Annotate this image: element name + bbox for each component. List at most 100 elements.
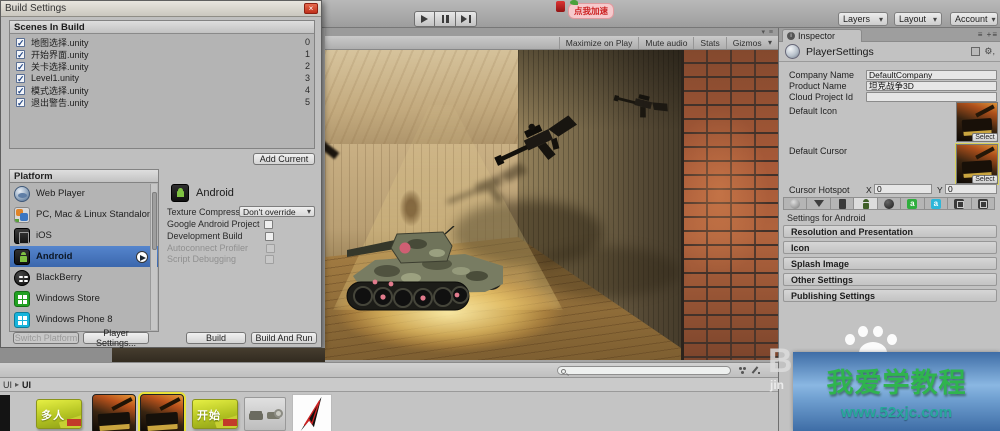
breadcrumb-root[interactable]: UI xyxy=(3,380,12,390)
browser-booster-overlay[interactable]: 点我加速 xyxy=(556,0,614,19)
prefab-icon[interactable] xyxy=(971,47,980,56)
build-button[interactable]: Build xyxy=(186,332,246,344)
booster-label[interactable]: 点我加速 xyxy=(568,3,614,19)
script-debugging-checkbox xyxy=(265,255,274,264)
gizmos-dropdown[interactable]: Gizmos ▾ xyxy=(726,37,778,49)
platform-row-standalone[interactable]: PC, Mac & Linux Standalone xyxy=(10,204,158,225)
section-resolution-and-presentation[interactable]: Resolution and Presentation xyxy=(783,225,997,238)
hotspot-y-label: Y xyxy=(937,185,943,195)
asset-thumbnail-cut[interactable] xyxy=(0,395,10,431)
scene-row[interactable]: ✓ 模式选择.unity 4 xyxy=(10,84,314,96)
texture-compression-dropdown[interactable]: Don't override ▾ xyxy=(239,206,315,217)
pause-button[interactable] xyxy=(435,11,456,27)
asset-grid: 多人 开始 xyxy=(0,392,778,431)
scene-row[interactable]: ✓ 退出警告.unity 5 xyxy=(10,96,314,108)
scene-row[interactable]: ✓ 开始界面.unity 1 xyxy=(10,48,314,60)
tab-android[interactable] xyxy=(854,198,877,209)
label-filter-icon[interactable] xyxy=(738,366,747,375)
asset-thumbnail-cursor-arrow[interactable] xyxy=(292,394,332,431)
layout-dropdown[interactable]: Layout▾ xyxy=(894,12,942,26)
search-input[interactable] xyxy=(557,366,731,375)
section-other-settings[interactable]: Other Settings xyxy=(783,273,997,286)
game-view-panel: ▾ ≡ Maximize on Play Mute audio Stats Gi… xyxy=(325,28,778,360)
player-settings-button[interactable]: Player Settings... xyxy=(83,332,149,344)
tab-blackberry[interactable] xyxy=(878,198,901,209)
mute-audio-toggle[interactable]: Mute audio xyxy=(638,37,693,49)
asset-thumbnail-tank-icon-selected[interactable] xyxy=(140,394,184,431)
section-splash-image[interactable]: Splash Image xyxy=(783,257,997,270)
android-icon xyxy=(14,249,30,265)
tab-tizen[interactable]: a xyxy=(901,198,924,209)
asset-thumbnail-tank-icon[interactable] xyxy=(92,394,136,431)
close-icon[interactable]: × xyxy=(304,3,318,14)
company-name-field[interactable]: DefaultCompany xyxy=(866,70,997,80)
default-icon-select-button[interactable]: Select xyxy=(972,133,998,142)
tab-windows-store[interactable] xyxy=(948,198,971,209)
panel-gap xyxy=(0,348,112,362)
scene-checkbox[interactable]: ✓ xyxy=(16,74,25,83)
section-publishing-settings[interactable]: Publishing Settings xyxy=(783,289,997,302)
phone-icon xyxy=(839,199,846,209)
asset-thumbnail-multiplayer-banner[interactable]: 多人 xyxy=(36,399,82,429)
play-button[interactable] xyxy=(414,11,435,27)
asset-thumbnail-tanks-sprite[interactable] xyxy=(244,397,286,431)
tab-ios[interactable] xyxy=(831,198,854,209)
add-current-button[interactable]: Add Current xyxy=(253,153,315,165)
blackberry-icon xyxy=(14,270,30,286)
tab-standalone[interactable] xyxy=(807,198,830,209)
chevron-down-icon: ▾ xyxy=(879,15,883,24)
edit-icon[interactable] xyxy=(752,366,761,375)
platform-row-windows-store[interactable]: Windows Store xyxy=(10,288,158,309)
scene-row[interactable]: ✓ 关卡选择.unity 2 xyxy=(10,60,314,72)
platform-header: Platform xyxy=(9,169,159,182)
development-build-checkbox[interactable] xyxy=(265,232,274,241)
asset-thumbnail-start-banner[interactable]: 开始 xyxy=(192,399,238,429)
platform-row-ios[interactable]: iOS xyxy=(10,225,158,246)
android-icon xyxy=(171,184,189,202)
booster-icon xyxy=(556,1,565,12)
gear-icon[interactable]: ⚙, xyxy=(984,46,995,57)
tab-wp8[interactable] xyxy=(972,198,994,209)
product-name-field[interactable]: 坦克战争3D xyxy=(866,81,997,91)
google-android-project-checkbox[interactable] xyxy=(264,220,273,229)
platform-row-web-player[interactable]: Web Player xyxy=(10,183,158,204)
scene-checkbox[interactable]: ✓ xyxy=(16,86,25,95)
cursor-arrow-icon xyxy=(293,395,331,431)
step-button[interactable] xyxy=(456,11,477,27)
hotspot-y-field[interactable]: 0 xyxy=(945,184,997,194)
scene-row[interactable]: ✓ 地图选择.unity 0 xyxy=(10,36,314,48)
scene-checkbox[interactable]: ✓ xyxy=(16,38,25,47)
platform-scrollbar[interactable] xyxy=(150,184,157,330)
tab-options-icon[interactable]: ≡ +≡ xyxy=(978,30,998,39)
layers-dropdown[interactable]: Layers▾ xyxy=(838,12,888,26)
account-dropdown[interactable]: Account▾ xyxy=(950,12,998,26)
scene-checkbox[interactable]: ✓ xyxy=(16,62,25,71)
blackberry-icon xyxy=(884,199,894,209)
platform-row-blackberry[interactable]: BlackBerry xyxy=(10,267,158,288)
scene-checkbox[interactable]: ✓ xyxy=(16,50,25,59)
cloud-project-id-field[interactable] xyxy=(866,92,997,102)
tab-xiaomi[interactable]: a xyxy=(925,198,948,209)
build-settings-titlebar[interactable]: Build Settings × xyxy=(1,1,321,17)
search-icon xyxy=(561,369,566,374)
watermark-url: www.52xjc.com xyxy=(793,404,1000,421)
stats-toggle[interactable]: Stats xyxy=(693,37,725,49)
scene-checkbox[interactable]: ✓ xyxy=(16,98,25,107)
default-cursor-select-button[interactable]: Select xyxy=(972,175,998,184)
hotspot-x-field[interactable]: 0 xyxy=(874,184,932,194)
scene-row[interactable]: ✓ Level1.unity 3 xyxy=(10,72,314,84)
default-icon-thumbnail[interactable]: Select xyxy=(956,102,998,142)
breadcrumb: UI ▸ UI xyxy=(0,378,778,392)
watermark-title: 我爱学教程 xyxy=(793,361,1000,400)
tab-web[interactable] xyxy=(784,198,807,209)
default-cursor-thumbnail[interactable]: Select xyxy=(956,144,998,184)
panel-options-icon[interactable]: ▾ ≡ xyxy=(761,28,774,36)
platform-row-windows-phone[interactable]: Windows Phone 8 xyxy=(10,309,158,330)
breadcrumb-current[interactable]: UI xyxy=(22,380,31,390)
tab-inspector[interactable]: i Inspector xyxy=(782,29,862,42)
build-and-run-button[interactable]: Build And Run xyxy=(251,332,317,344)
platform-row-android[interactable]: Android xyxy=(10,246,158,267)
game-view-toolbar: Maximize on Play Mute audio Stats Gizmos… xyxy=(325,36,778,50)
maximize-on-play-toggle[interactable]: Maximize on Play xyxy=(559,37,639,49)
section-icon[interactable]: Icon xyxy=(783,241,997,254)
